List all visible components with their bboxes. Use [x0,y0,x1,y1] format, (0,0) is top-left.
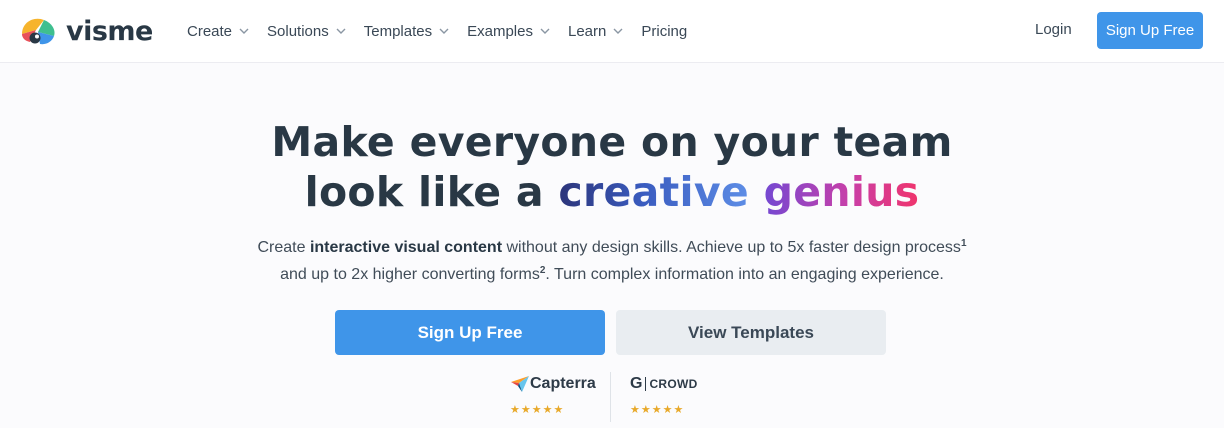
hero-headline-line2: look like a creative genius [0,168,1224,216]
login-link[interactable]: Login [1035,21,1072,38]
headline-space [749,168,764,216]
nav-item-templates[interactable]: Templates [364,21,449,41]
nav-item-label: Learn [567,22,607,40]
capterra-label: Capterra [530,375,596,392]
nav-item-label: Templates [363,22,433,40]
headline-prefix: look like a [304,168,559,216]
nav-item-create[interactable]: Create [187,21,249,41]
ratings-row: Capterra ★★★★★ G CROWD ★★★★★ [0,372,1224,422]
subtitle-text: Create [257,239,310,256]
visme-logo-icon [22,18,55,45]
nav-item-label: Examples [467,22,533,40]
footnote-1: 1 [960,238,967,249]
subtitle-text: and up to 2x higher converting forms [280,266,540,283]
signup-button-hero[interactable]: Sign Up Free [335,310,605,355]
capterra-brand: Capterra [510,372,610,396]
headline-word-genius: genius [763,168,920,216]
hero-subtitle-line2: and up to 2x higher converting forms2. T… [0,265,1224,284]
nav-item-label: Pricing [641,22,688,40]
g2-rating: G CROWD ★★★★★ [630,372,730,422]
logo-wordmark: visme [66,15,153,47]
nav-item-pricing[interactable]: Pricing [641,21,687,41]
capterra-rating: Capterra ★★★★★ [510,372,610,422]
rating-divider [610,372,611,422]
capterra-arrow-icon [511,376,529,392]
main-menu: Create Solutions Templates Examples Lear… [187,21,705,41]
g2-logo: G [630,375,643,392]
nav-item-label: Solutions [267,22,329,40]
nav-item-solutions[interactable]: Solutions [267,21,346,41]
visme-logo[interactable]: visme [16,14,153,48]
g2-brand: G CROWD [630,372,730,396]
subtitle-text: . Turn complex information into an engag… [545,266,944,283]
chevron-down-icon [540,28,550,34]
nav-item-examples[interactable]: Examples [467,21,550,41]
nav-item-label: Create [187,22,233,40]
subtitle-bold: interactive visual content [309,239,503,256]
hero-headline-line1: Make everyone on your team [271,118,953,166]
chevron-down-icon [239,28,249,34]
hero-subtitle-line1: Create interactive visual content withou… [0,238,1224,257]
subtitle-text: without any design skills. Achieve up to… [502,239,961,256]
star-rating: ★★★★★ [510,404,565,416]
top-navbar: visme Create Solutions Templates Example… [0,0,1224,63]
headline-word-creative: creative [558,168,750,216]
star-rating: ★★★★★ [630,404,685,416]
chevron-down-icon [439,28,449,34]
chevron-down-icon [613,28,623,34]
g2-crowd-label: CROWD [645,377,697,391]
nav-item-learn[interactable]: Learn [568,21,623,41]
signup-button-nav[interactable]: Sign Up Free [1097,12,1203,49]
view-templates-button[interactable]: View Templates [616,310,886,355]
chevron-down-icon [336,28,346,34]
